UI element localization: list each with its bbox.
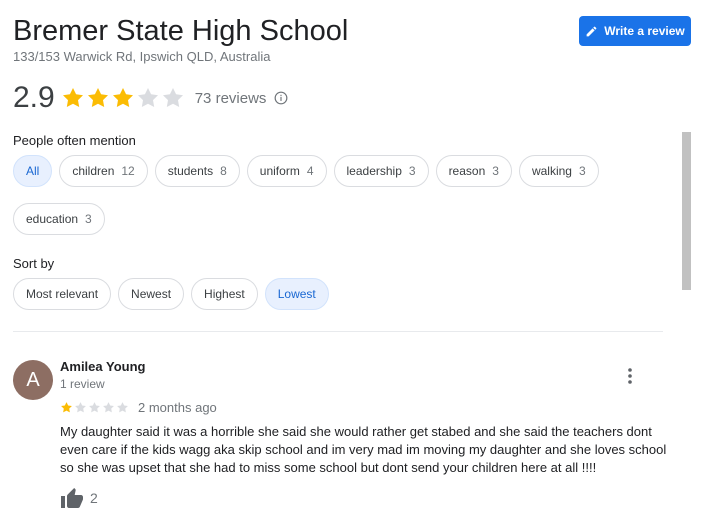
place-address: 133/153 Warwick Rd, Ipswich QLD, Austral… [13,49,271,64]
chip-count: 3 [408,164,416,178]
more-vert-icon [628,368,632,384]
rating-value: 2.9 [13,81,55,114]
more-options-button[interactable] [620,365,640,387]
sort-option-lowest[interactable]: Lowest [264,278,329,310]
rating-summary: 2.9 73 reviews [13,80,288,116]
star-icon [62,88,83,108]
write-review-label: Write a review [604,24,685,38]
review-date: 2 months ago [138,399,217,415]
review-text: My daughter said it was a horrible she s… [60,424,667,475]
chip-label: Newest [131,287,172,301]
chip-label: Lowest [277,287,316,301]
review-count[interactable]: 73 reviews [195,90,267,107]
chip-count: 12 [121,164,135,178]
divider [13,331,663,332]
sort-label: Sort by [13,256,55,271]
mention-chip-children[interactable]: children 12 [59,155,148,187]
mention-chip-education[interactable]: education 3 [13,203,105,235]
chip-count: 3 [85,212,92,226]
mention-chip-leadership[interactable]: leadership 3 [333,155,429,187]
chip-count: 3 [492,164,499,178]
mention-chip-uniform[interactable]: uniform 4 [246,155,327,187]
chip-label: students [167,164,214,178]
chip-label: uniform [259,164,300,178]
rating-stars [61,86,185,110]
chip-label: education [26,212,79,226]
review-stars [60,401,130,414]
mention-chip-reason[interactable]: reason 3 [435,155,512,187]
star-icon [75,401,86,412]
star-icon [137,88,158,108]
sort-option-newest[interactable]: Newest [118,278,185,310]
scrollbar[interactable] [682,132,691,290]
star-icon [117,401,128,412]
thumbs-up-icon[interactable] [60,487,84,509]
pencil-icon [586,26,597,36]
sort-option-most-relevant[interactable]: Most relevant [13,278,112,310]
info-icon[interactable] [274,91,288,105]
chip-count: 8 [220,164,227,178]
chip-label: All [26,164,40,178]
sort-options: Most relevant Newest Highest Lowest [13,278,329,310]
avatar[interactable]: A [13,360,53,400]
mention-chip-walking[interactable]: walking 3 [518,155,599,187]
reviewer-review-count: 1 review [60,377,105,391]
chip-count: 4 [306,164,314,178]
place-title: Bremer State High School [13,15,349,47]
write-review-button[interactable]: Write a review [579,16,691,46]
reviewer-name[interactable]: Amilea Young [60,359,145,374]
chip-label: Highest [204,287,245,301]
mention-chip-students[interactable]: students 8 [154,155,240,187]
chip-label: walking [531,164,572,178]
star-icon [103,401,114,412]
star-icon [162,88,183,108]
mentions-label: People often mention [13,133,136,148]
like-count: 2 [90,490,98,506]
chip-label: children [72,164,115,178]
sort-option-highest[interactable]: Highest [191,278,258,310]
like-row: 2 [60,487,98,509]
chip-label: reason [448,164,486,178]
review-rating: 2 months ago [60,399,217,415]
chip-label: Most relevant [26,287,99,301]
mentions-chips-row: All children 12 students 8 uniform 4 leadership… [13,155,599,187]
mention-chip-all[interactable]: All [13,155,53,187]
star-icon [61,401,72,412]
chip-count: 3 [578,164,586,178]
star-icon [89,401,100,412]
mentions-chips-row: education 3 [13,203,105,235]
star-icon [112,88,133,108]
star-icon [87,88,108,108]
chip-label: leadership [346,164,402,178]
